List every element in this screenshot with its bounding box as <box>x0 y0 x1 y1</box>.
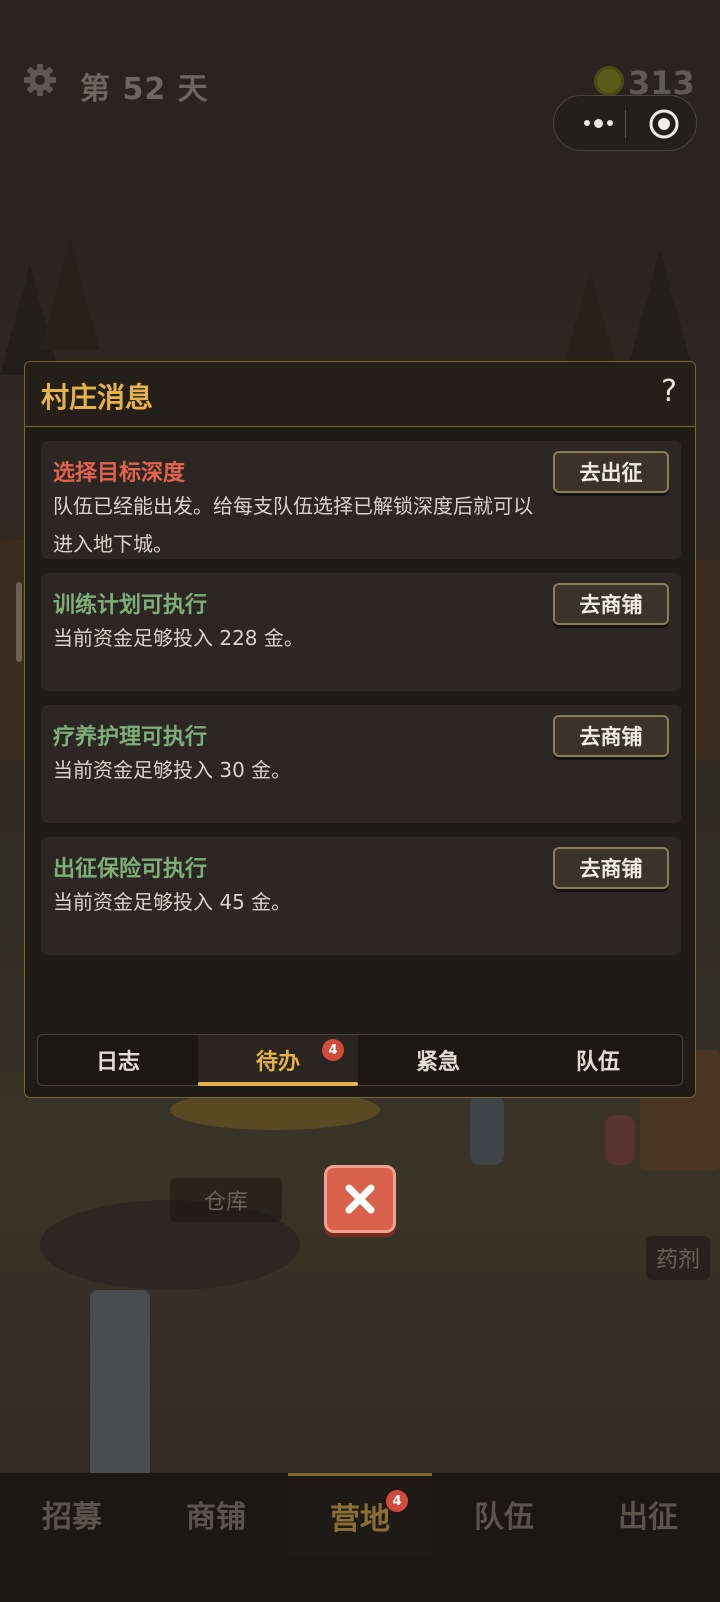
camp-count-badge: 4 <box>386 1490 408 1512</box>
message-card: 选择目标深度 队伍已经能出发。给每支队伍选择已解锁深度后就可以进入地下城。 去出… <box>41 441 681 559</box>
dialog-header: 村庄消息 ? <box>25 362 695 427</box>
stone-pillar <box>90 1290 150 1480</box>
message-title: 选择目标深度 <box>53 461 186 486</box>
tab-todo-label: 待办 <box>255 1050 300 1075</box>
todo-count-badge: 4 <box>322 1039 344 1061</box>
more-options-icon[interactable] <box>572 96 624 150</box>
nav-camp[interactable]: 营地 4 <box>288 1473 432 1555</box>
pharmacy-label: 药剂 <box>646 1236 711 1280</box>
dialog-tab-bar: 日志 待办 4 紧急 队伍 <box>37 1034 683 1086</box>
villager-sprite <box>605 1115 635 1165</box>
message-body: 当前资金足够投入 228 金。 <box>53 626 304 650</box>
go-expedition-button[interactable]: 去出征 <box>553 451 669 493</box>
go-shop-button[interactable]: 去商铺 <box>553 847 669 889</box>
nav-recruit[interactable]: 招募 <box>0 1473 144 1555</box>
tree-silhouette <box>630 250 690 360</box>
help-button[interactable]: ? <box>661 374 677 409</box>
miniprogram-capsule <box>553 95 697 151</box>
tab-log[interactable]: 日志 <box>38 1035 198 1085</box>
close-dialog-button[interactable] <box>324 1165 396 1233</box>
message-card: 训练计划可执行 当前资金足够投入 228 金。 去商铺 <box>41 573 681 691</box>
tab-team[interactable]: 队伍 <box>518 1035 678 1085</box>
warehouse-label: 仓库 <box>170 1178 283 1222</box>
scene-wall <box>0 540 26 760</box>
tree-silhouette <box>40 240 100 350</box>
close-miniprogram-icon[interactable] <box>648 108 680 140</box>
nav-expedition[interactable]: 出征 <box>576 1473 720 1555</box>
close-icon <box>345 1184 375 1214</box>
tab-urgent[interactable]: 紧急 <box>358 1035 518 1085</box>
bottom-navigation: 招募 商铺 营地 4 队伍 出征 <box>0 1473 720 1602</box>
message-body: 当前资金足够投入 30 金。 <box>53 758 292 782</box>
wizard-sprite <box>470 1095 504 1165</box>
scrollbar[interactable] <box>16 582 22 662</box>
settings-gear-icon[interactable] <box>22 62 58 98</box>
tab-todo[interactable]: 待办 4 <box>198 1035 358 1086</box>
message-title: 疗养护理可执行 <box>53 725 208 750</box>
message-card: 疗养护理可执行 当前资金足够投入 30 金。 去商铺 <box>41 705 681 823</box>
nav-camp-label: 营地 <box>330 1501 390 1537</box>
nav-shop[interactable]: 商铺 <box>144 1473 288 1555</box>
gold-coin-icon <box>594 66 624 96</box>
message-body: 当前资金足够投入 45 金。 <box>53 890 292 914</box>
go-shop-button[interactable]: 去商铺 <box>553 583 669 625</box>
nav-team[interactable]: 队伍 <box>432 1473 576 1555</box>
go-shop-button[interactable]: 去商铺 <box>553 715 669 757</box>
day-counter: 第 52 天 <box>80 72 209 107</box>
message-body: 队伍已经能出发。给每支队伍选择已解锁深度后就可以进入地下城。 <box>53 494 533 556</box>
village-messages-dialog: 村庄消息 ? 选择目标深度 队伍已经能出发。给每支队伍选择已解锁深度后就可以进入… <box>24 361 696 1098</box>
capsule-divider <box>625 110 626 138</box>
dialog-title: 村庄消息 <box>41 381 154 414</box>
message-title: 训练计划可执行 <box>53 593 208 618</box>
message-card: 出征保险可执行 当前资金足够投入 45 金。 去商铺 <box>41 837 681 955</box>
message-title: 出征保险可执行 <box>53 857 208 882</box>
